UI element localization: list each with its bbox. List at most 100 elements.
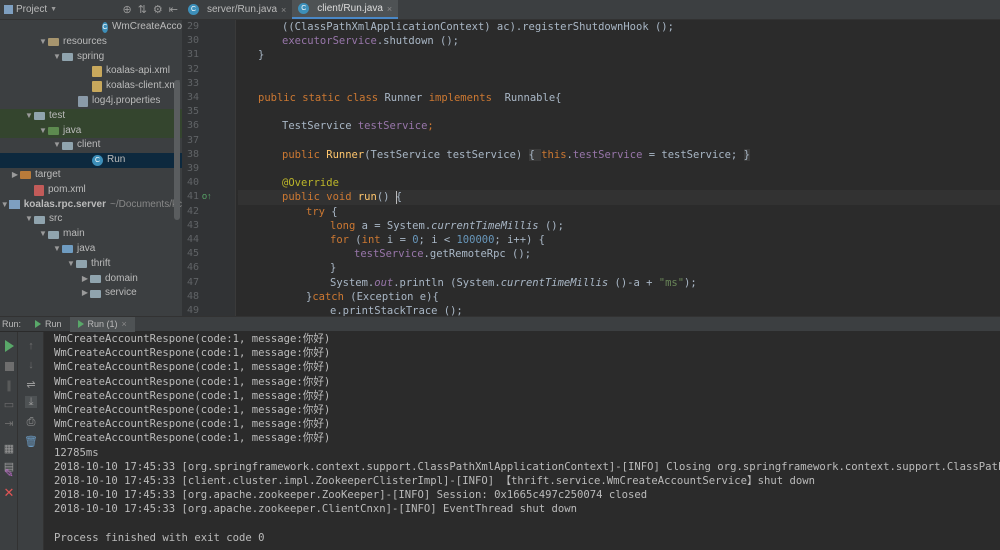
close-tab-icon[interactable]: ×: [387, 4, 392, 14]
pause-icon[interactable]: ∥: [3, 379, 15, 392]
tree-item[interactable]: ▼ src: [0, 212, 182, 227]
line-number: 30: [186, 35, 199, 47]
scroll-from-source-icon[interactable]: ⊕: [122, 3, 131, 16]
expand-arrow-icon[interactable]: ▼: [52, 242, 62, 257]
collapse-all-icon[interactable]: ⇅: [138, 3, 147, 16]
run-tab-run-1[interactable]: Run (1) ×: [69, 316, 135, 332]
stop-icon[interactable]: [3, 360, 15, 372]
tree-item-label: test: [49, 109, 66, 121]
tree-item[interactable]: ▶ service: [0, 286, 182, 301]
run-tab-run[interactable]: Run: [27, 317, 70, 332]
run-label: Run:: [2, 319, 22, 329]
tree-item-label: main: [63, 228, 85, 240]
close-run-icon[interactable]: ✕: [3, 485, 15, 500]
console-output[interactable]: WmCreateAccountRespone(code:1, message:你…: [45, 332, 1000, 550]
exit-icon[interactable]: ⇥: [3, 417, 15, 430]
tree-item[interactable]: ▼ spring: [0, 50, 182, 65]
expand-arrow-icon[interactable]: ▼: [38, 35, 48, 50]
expand-arrow-icon[interactable]: ▼: [66, 257, 76, 272]
scroll-to-end-icon[interactable]: ⤓: [25, 396, 37, 408]
folder-icon: [62, 141, 73, 150]
expand-arrow-icon[interactable]: ▼: [24, 109, 34, 124]
soft-wrap-icon[interactable]: ⇌: [25, 378, 37, 391]
layout-icon[interactable]: ▦: [3, 442, 15, 455]
tree-item-label: log4j.properties: [92, 94, 161, 106]
tree-item-label: src: [49, 213, 63, 225]
close-tab-icon[interactable]: ×: [281, 5, 286, 15]
tree-item[interactable]: koalas-client.xml: [0, 79, 182, 94]
line-number: 39: [186, 163, 199, 174]
line-number: 42: [186, 205, 199, 217]
expand-arrow-icon[interactable]: ▼: [38, 227, 48, 242]
expand-arrow-icon[interactable]: ▼: [52, 138, 62, 153]
console-line: WmCreateAccountRespone(code:1, message:你…: [54, 418, 331, 431]
code-line-50: }catch (Exception e){: [306, 290, 439, 303]
tree-item[interactable]: ▼ test: [0, 108, 182, 124]
tree-item[interactable]: koalas-api.xml: [0, 64, 182, 79]
console-line: WmCreateAccountRespone(code:1, message:你…: [54, 347, 331, 360]
console-line: 2018-10-10 17:45:33 [client.cluster.impl…: [54, 475, 816, 487]
rerun-icon[interactable]: [3, 340, 15, 352]
folder-icon: [34, 215, 45, 224]
line-number: 37: [186, 134, 199, 146]
tree-item[interactable]: ▶ target: [0, 168, 182, 183]
dump-threads-icon[interactable]: ▭: [3, 398, 15, 411]
expand-arrow-icon[interactable]: ▼: [0, 198, 9, 213]
line-number: 31: [186, 49, 199, 61]
tree-item[interactable]: ▼ client: [0, 138, 182, 153]
pin-icon[interactable]: ✎: [3, 467, 15, 480]
tree-item[interactable]: C Run: [0, 153, 182, 168]
tree-item[interactable]: ▼ java: [0, 242, 182, 257]
maven-pom-icon: [34, 184, 44, 196]
tree-item-label: service: [105, 287, 137, 299]
tab-server-run-java[interactable]: C server/Run.java ×: [182, 0, 292, 19]
tree-item[interactable]: C WmCreateAcco: [0, 20, 182, 35]
close-tab-icon[interactable]: ×: [122, 319, 127, 329]
properties-file-icon: [78, 95, 88, 107]
code-line-36: TestService testService;: [282, 120, 434, 133]
console-line: WmCreateAccountRespone(code:1, message:你…: [54, 333, 331, 345]
tree-item[interactable]: ▶ domain: [0, 272, 182, 287]
tree-item[interactable]: ▼ koalas.rpc.server ~/Documents/kc: [0, 198, 182, 213]
java-class-icon: C: [188, 4, 199, 15]
code-line-46: for (int i = 0; i < 100000; i++) {: [330, 234, 545, 246]
tree-item[interactable]: ▼ resources: [0, 35, 182, 50]
tab-client-run-java[interactable]: C client/Run.java ×: [292, 0, 399, 19]
tree-item[interactable]: ▼ main: [0, 227, 182, 242]
code-editor: C server/Run.java × C client/Run.java × …: [182, 0, 1000, 330]
print-icon[interactable]: ⎙: [25, 416, 37, 428]
test-folder-icon: [48, 126, 59, 135]
scroll-down-icon[interactable]: ↓: [25, 359, 37, 371]
project-panel-title[interactable]: Project: [16, 4, 47, 15]
collapse-arrow-icon[interactable]: ▶: [80, 286, 90, 301]
collapse-arrow-icon[interactable]: ▶: [10, 168, 20, 183]
folder-icon: [48, 230, 59, 239]
run-tab-bar: Run: Run Run (1) ×: [0, 316, 1000, 332]
scroll-up-icon[interactable]: ↑: [25, 340, 37, 352]
tree-item[interactable]: pom.xml: [0, 183, 182, 198]
tree-item[interactable]: ▼ java: [0, 123, 182, 139]
tree-item[interactable]: ▼ thrift: [0, 257, 182, 272]
expand-arrow-icon[interactable]: ▼: [52, 50, 62, 65]
expand-arrow-icon[interactable]: ▼: [38, 124, 48, 139]
project-dropdown-icon[interactable]: ▼: [50, 6, 57, 13]
expand-arrow-icon[interactable]: ▼: [24, 212, 34, 227]
text-cursor: [396, 191, 397, 204]
console-line: 12785ms: [54, 446, 99, 459]
tree-item[interactable]: log4j.properties: [0, 94, 182, 109]
clear-all-icon[interactable]: 🗑: [24, 435, 38, 448]
tree-scrollbar[interactable]: [174, 80, 180, 220]
line-number: 35: [186, 106, 199, 118]
code-line-48: }: [330, 262, 337, 275]
code-content[interactable]: ((ClassPathXmlApplicationContext) ac).re…: [238, 20, 1000, 317]
code-area[interactable]: 29 30 31 32 33 34 35 36 37 38 39 40 41 42 43 44 45 46 47 48…: [182, 20, 1000, 330]
code-line-43: public void run() {: [238, 190, 1000, 205]
code-line-45: long a = System.currentTimeMillis ();: [330, 219, 564, 232]
code-line-38: public Runner(TestService testService) {…: [282, 148, 750, 161]
override-marker-icon[interactable]: o↑: [202, 191, 212, 201]
hide-panel-icon[interactable]: ⇤: [169, 3, 178, 16]
collapse-arrow-icon[interactable]: ▶: [80, 272, 90, 287]
folder-icon: [90, 274, 101, 283]
settings-gear-icon[interactable]: ⚙: [153, 3, 163, 16]
line-number: 43: [186, 219, 199, 231]
